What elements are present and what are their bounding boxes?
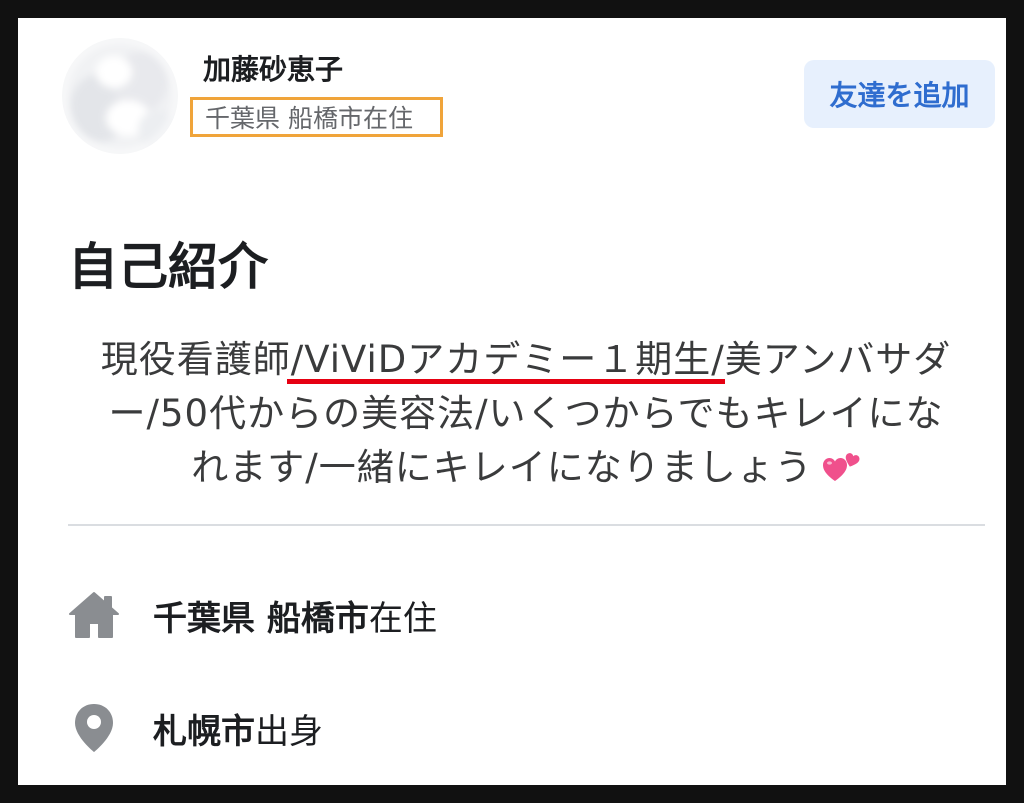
detail-place: 千葉県 船橋市	[153, 598, 369, 639]
bio-highlight: /ViViDアカデミー１期生/	[290, 338, 725, 381]
bio-segment: 現役看護師	[100, 338, 291, 381]
intro-heading: 自己紹介	[68, 238, 268, 296]
bio-segment: ー/50代からの美容法/いくつからでもキレイにな	[108, 392, 944, 435]
home-icon	[68, 589, 120, 641]
detail-suffix: 在住	[368, 598, 437, 639]
detail-current-city-text: 千葉県 船橋市在住	[153, 591, 437, 640]
bio-segment: れます/一緒にキレイになりましょう	[191, 446, 813, 489]
detail-hometown-text: 札幌市出身	[153, 704, 323, 753]
bio-line: ー/50代からの美容法/いくつからでもキレイにな	[58, 387, 994, 441]
bio-segment: 美アンバサダ	[724, 338, 952, 381]
avatar-image	[62, 38, 178, 154]
profile-subtitle: 千葉県 船橋市在住	[190, 97, 443, 137]
profile-name[interactable]: 加藤砂恵子	[203, 52, 343, 88]
profile-subtitle-text: 千葉県 船橋市在住	[205, 104, 413, 133]
detail-hometown: 札幌市出身	[68, 700, 323, 756]
detail-place: 札幌市	[153, 711, 255, 752]
two-hearts-icon	[822, 453, 860, 481]
avatar[interactable]	[62, 38, 178, 154]
location-pin-icon	[68, 702, 120, 754]
add-friend-label: 友達を追加	[829, 79, 970, 112]
profile-card: 加藤砂恵子 千葉県 船橋市在住 友達を追加 自己紹介 現役看護師/ViViDアカ…	[18, 18, 1006, 785]
section-divider	[68, 524, 985, 526]
detail-current-city: 千葉県 船橋市在住	[68, 587, 437, 643]
bio-line: れます/一緒にキレイになりましょう	[58, 441, 994, 495]
bio-text: 現役看護師/ViViDアカデミー１期生/美アンバサダ ー/50代からの美容法/い…	[58, 333, 994, 495]
bio-line: 現役看護師/ViViDアカデミー１期生/美アンバサダ	[58, 333, 994, 387]
detail-suffix: 出身	[255, 711, 323, 752]
add-friend-button[interactable]: 友達を追加	[804, 60, 995, 128]
